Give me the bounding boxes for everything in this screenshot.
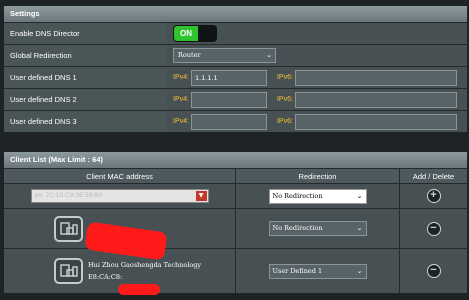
dns-3-fields: IPv4: IPv6: <box>167 111 467 132</box>
client-redirection-select[interactable]: User Defined 1 ⌄ <box>268 263 367 279</box>
redaction-mark <box>118 284 160 295</box>
client-redirection-selected: User Defined 1 <box>272 266 323 275</box>
dns-3-ipv4-input[interactable] <box>190 113 267 130</box>
global-redirection-select[interactable]: Router ⌄ <box>173 48 276 63</box>
add-cell: + <box>400 184 467 208</box>
dns-2-ipv6-input[interactable] <box>294 91 457 108</box>
client-info: Hui Zhou Gaoshengda Technology E8:CA:C8: <box>88 259 201 283</box>
mac-address-input[interactable]: ex: 7C:10:C9:3E:58:80 ▼ <box>30 189 209 203</box>
client-row: No Redirection ⌄ − <box>4 208 467 248</box>
client-list-header: Client List (Max Limit : 64) <box>4 152 467 168</box>
new-redirection-cell: No Redirection ⌄ <box>236 184 400 208</box>
mac-dropdown-button[interactable]: ▼ <box>195 191 207 201</box>
chevron-down-icon: ⌄ <box>356 191 363 200</box>
dns-row-2: User defined DNS 2 IPv4: IPv6: <box>4 88 467 110</box>
dns-row-1: User defined DNS 1 IPv4: 1.1.1.1 IPv6: <box>4 66 467 88</box>
dns-3-label: User defined DNS 3 <box>4 111 167 132</box>
dns-director-value: ON <box>167 23 467 44</box>
client-mac: E8:CA:C8: <box>88 273 123 281</box>
mac-placeholder: ex: 7C:10:C9:3E:58:80 <box>34 192 103 199</box>
device-icon <box>54 215 83 242</box>
settings-panel: Settings Enable DNS Director ON Global R… <box>4 6 467 132</box>
chevron-down-icon: ⌄ <box>356 266 363 275</box>
device-icon <box>54 258 83 284</box>
client-redirection-selected: No Redirection <box>272 224 323 232</box>
dns-row-3: User defined DNS 3 IPv4: IPv6: <box>4 110 467 132</box>
delete-cell: − <box>400 249 467 293</box>
dns-1-ipv4-input[interactable]: 1.1.1.1 <box>190 69 267 86</box>
col-mac: Client MAC address <box>4 169 236 183</box>
chevron-down-icon: ⌄ <box>266 51 272 59</box>
toggle-off-area <box>198 26 216 41</box>
dns-2-ipv4-input[interactable] <box>190 91 267 108</box>
client-table-header: Client MAC address Redirection Add / Del… <box>4 168 467 183</box>
new-redirection-select[interactable]: No Redirection ⌄ <box>268 188 367 204</box>
dns-director-row: Enable DNS Director ON <box>4 22 467 44</box>
dns-director-toggle[interactable]: ON <box>173 25 217 42</box>
client-row: Hui Zhou Gaoshengda Technology E8:CA:C8:… <box>4 248 467 293</box>
minus-circle-icon[interactable]: − <box>426 264 441 278</box>
dns-2-label: User defined DNS 2 <box>4 89 167 110</box>
ipv4-label: IPv4: <box>173 96 189 103</box>
ipv6-label: IPv6: <box>276 74 293 81</box>
client-2-redirection-cell: User Defined 1 ⌄ <box>236 249 400 293</box>
ipv6-label: IPv6: <box>276 118 293 125</box>
col-add-delete: Add / Delete <box>412 172 455 181</box>
col-redirection: Redirection <box>236 169 400 183</box>
toggle-on-label: ON <box>174 26 198 41</box>
client-1-redirection-cell: No Redirection ⌄ <box>236 209 400 248</box>
new-mac-cell: ex: 7C:10:C9:3E:58:80 ▼ <box>4 184 236 208</box>
ipv6-label: IPv6: <box>276 96 293 103</box>
minus-circle-icon[interactable]: − <box>426 221 441 236</box>
dns-3-ipv6-input[interactable] <box>294 113 457 130</box>
ipv4-label: IPv4: <box>173 118 189 125</box>
dns-1-ipv6-input[interactable] <box>294 69 457 86</box>
dns-2-fields: IPv4: IPv6: <box>167 89 467 110</box>
client-list-panel: Client List (Max Limit : 64) Client MAC … <box>4 152 467 293</box>
client-vendor: Hui Zhou Gaoshengda Technology <box>88 261 202 269</box>
dns-1-fields: IPv4: 1.1.1.1 IPv6: <box>167 67 467 88</box>
global-redirection-row: Global Redirection Router ⌄ <box>4 44 467 66</box>
new-redirection-selected: No Redirection <box>272 191 323 200</box>
chevron-down-icon: ⌄ <box>356 224 363 232</box>
delete-cell: − <box>400 209 467 248</box>
new-client-row: ex: 7C:10:C9:3E:58:80 ▼ No Redirection ⌄… <box>4 183 467 208</box>
ipv4-label: IPv4: <box>173 74 189 81</box>
dns-1-label: User defined DNS 1 <box>4 67 167 88</box>
global-redirection-value: Router ⌄ <box>167 45 467 66</box>
dns-director-label: Enable DNS Director <box>4 23 167 44</box>
client-redirection-select[interactable]: No Redirection ⌄ <box>268 221 367 236</box>
global-redirection-label: Global Redirection <box>4 45 167 66</box>
global-redirection-selected: Router <box>178 51 201 59</box>
settings-header: Settings <box>4 6 467 22</box>
plus-circle-icon[interactable]: + <box>426 189 441 203</box>
